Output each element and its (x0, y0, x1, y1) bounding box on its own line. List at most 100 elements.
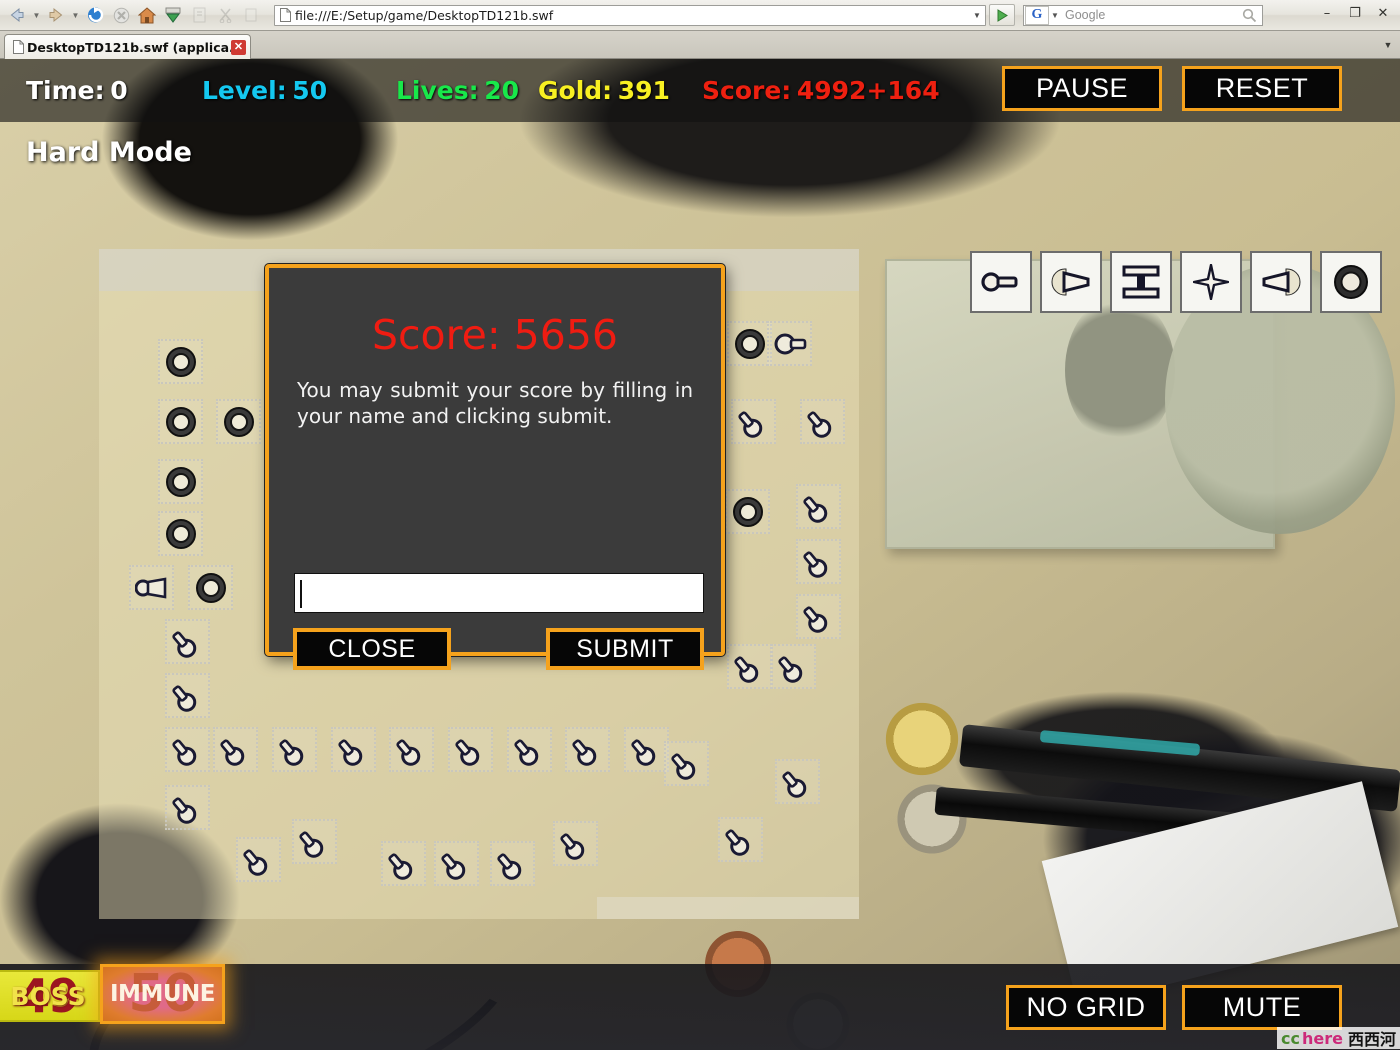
stat-level: Level: 50 (202, 76, 327, 105)
home-icon[interactable] (134, 3, 160, 27)
stat-score-label: Score: (702, 76, 792, 105)
tower-pellet[interactable] (553, 821, 598, 866)
tower-pellet[interactable] (292, 819, 337, 864)
go-button[interactable] (989, 4, 1015, 26)
swarm-tower-icon[interactable] (1180, 251, 1242, 313)
stat-lives: Lives: 20 (396, 76, 519, 105)
back-icon[interactable] (4, 3, 30, 27)
tower-pellet[interactable] (236, 837, 281, 882)
reset-button[interactable]: RESET (1182, 66, 1342, 111)
window-controls: – ❐ ✕ (1314, 3, 1396, 23)
stat-gold: Gold: 391 (538, 76, 670, 105)
search-engine-dropdown-icon[interactable]: ▼ (1049, 11, 1061, 20)
tower-bash[interactable] (727, 321, 772, 366)
bash-tower-icon[interactable] (1320, 251, 1382, 313)
tower-pellet[interactable] (771, 644, 816, 689)
tower-pellet[interactable] (796, 484, 841, 529)
text-caret (300, 580, 302, 608)
restore-icon[interactable]: ❐ (1342, 3, 1368, 23)
tower-bash[interactable] (216, 399, 261, 444)
tower-pellet[interactable] (434, 841, 479, 886)
boss-badge: 49 BOSS (0, 970, 100, 1022)
search-input[interactable]: Google (1061, 8, 1236, 22)
address-bar[interactable]: file:///E:/Setup/game/DesktopTD121b.swf … (274, 4, 986, 26)
tower-pellet[interactable] (490, 841, 535, 886)
tab-favicon-document-icon (9, 40, 27, 54)
dialog-message: You may submit your score by filling in … (297, 378, 693, 429)
tower-squirt[interactable] (767, 321, 812, 366)
forward-dropdown-icon[interactable]: ▼ (69, 3, 82, 27)
paste-icon (238, 3, 264, 27)
tower-pellet[interactable] (165, 785, 210, 830)
name-input[interactable] (294, 573, 704, 613)
tower-frost[interactable] (129, 565, 174, 610)
stop-icon (108, 3, 134, 27)
search-box[interactable]: G ▼ Google (1023, 4, 1263, 26)
tower-bash[interactable] (188, 565, 233, 610)
mute-button[interactable]: MUTE (1182, 985, 1342, 1030)
tab-strip: DesktopTD121b.swf (applica... ✕ ▼ (0, 31, 1400, 59)
tower-pellet[interactable] (272, 727, 317, 772)
stat-score: Score: 4992+164 (702, 76, 940, 105)
tower-pellet[interactable] (565, 727, 610, 772)
tab-close-icon[interactable]: ✕ (231, 39, 246, 55)
stat-lives-value: 20 (484, 76, 520, 105)
go-arrow-icon (997, 8, 1008, 22)
tower-bash[interactable] (158, 339, 203, 384)
tower-pellet[interactable] (775, 759, 820, 804)
tower-pellet[interactable] (165, 673, 210, 718)
reload-icon[interactable] (82, 3, 108, 27)
stat-time-label: Time: (26, 76, 105, 105)
immune-badge: 50 IMMUNE (100, 964, 225, 1024)
tower-pellet[interactable] (731, 399, 776, 444)
tower-pellet[interactable] (165, 727, 210, 772)
tower-bash[interactable] (158, 511, 203, 556)
tower-pellet[interactable] (381, 841, 426, 886)
stat-gold-label: Gold: (538, 76, 613, 105)
stat-level-label: Level: (202, 76, 287, 105)
tower-bash[interactable] (158, 399, 203, 444)
watermark-part1: cc (1281, 1028, 1300, 1048)
tower-pellet[interactable] (213, 727, 258, 772)
forward-icon[interactable] (43, 3, 69, 27)
minimize-icon[interactable]: – (1314, 3, 1340, 23)
tab-title: DesktopTD121b.swf (applica... (27, 39, 231, 55)
score-submit-dialog: Score: 5656 You may submit your score by… (265, 264, 725, 670)
tower-bash[interactable] (725, 489, 770, 534)
tower-pellet[interactable] (727, 644, 772, 689)
close-button[interactable]: CLOSE (293, 628, 451, 670)
game-hud: Time: 0 Level: 50 Lives: 20 Gold: 391 Sc… (0, 59, 1400, 122)
tower-pellet[interactable] (165, 619, 210, 664)
tower-pellet[interactable] (331, 727, 376, 772)
download-icon[interactable] (160, 3, 186, 27)
cut-icon (212, 3, 238, 27)
submit-button[interactable]: SUBMIT (546, 628, 704, 670)
tower-pellet[interactable] (448, 727, 493, 772)
address-dropdown-icon[interactable]: ▼ (969, 6, 985, 25)
stat-score-value: 4992+164 (796, 76, 940, 105)
squirt-tower-icon[interactable] (1040, 251, 1102, 313)
stat-level-value: 50 (292, 76, 328, 105)
frost-tower-icon[interactable] (1250, 251, 1312, 313)
no-grid-button[interactable]: NO GRID (1006, 985, 1166, 1030)
tower-pellet[interactable] (800, 399, 845, 444)
tab-desktoptd[interactable]: DesktopTD121b.swf (applica... ✕ (4, 34, 251, 59)
back-dropdown-icon[interactable]: ▼ (30, 3, 43, 27)
tower-pellet[interactable] (796, 594, 841, 639)
tower-pellet[interactable] (389, 727, 434, 772)
tower-pellet[interactable] (664, 741, 709, 786)
dart-tower-icon[interactable] (1110, 251, 1172, 313)
tower-pellet[interactable] (507, 727, 552, 772)
address-input[interactable]: file:///E:/Setup/game/DesktopTD121b.swf (295, 8, 969, 23)
google-logo-icon[interactable]: G (1025, 5, 1049, 25)
tower-pellet[interactable] (796, 539, 841, 584)
tower-pellet[interactable] (718, 817, 763, 862)
tower-bash[interactable] (158, 459, 203, 504)
pellet-tower-icon[interactable] (970, 251, 1032, 313)
tower-palette (970, 251, 1382, 313)
pause-button[interactable]: PAUSE (1002, 66, 1162, 111)
tower-pellet[interactable] (624, 727, 669, 772)
tab-overflow-icon[interactable]: ▼ (1378, 35, 1398, 55)
close-icon[interactable]: ✕ (1370, 3, 1396, 23)
search-icon[interactable] (1236, 8, 1262, 23)
